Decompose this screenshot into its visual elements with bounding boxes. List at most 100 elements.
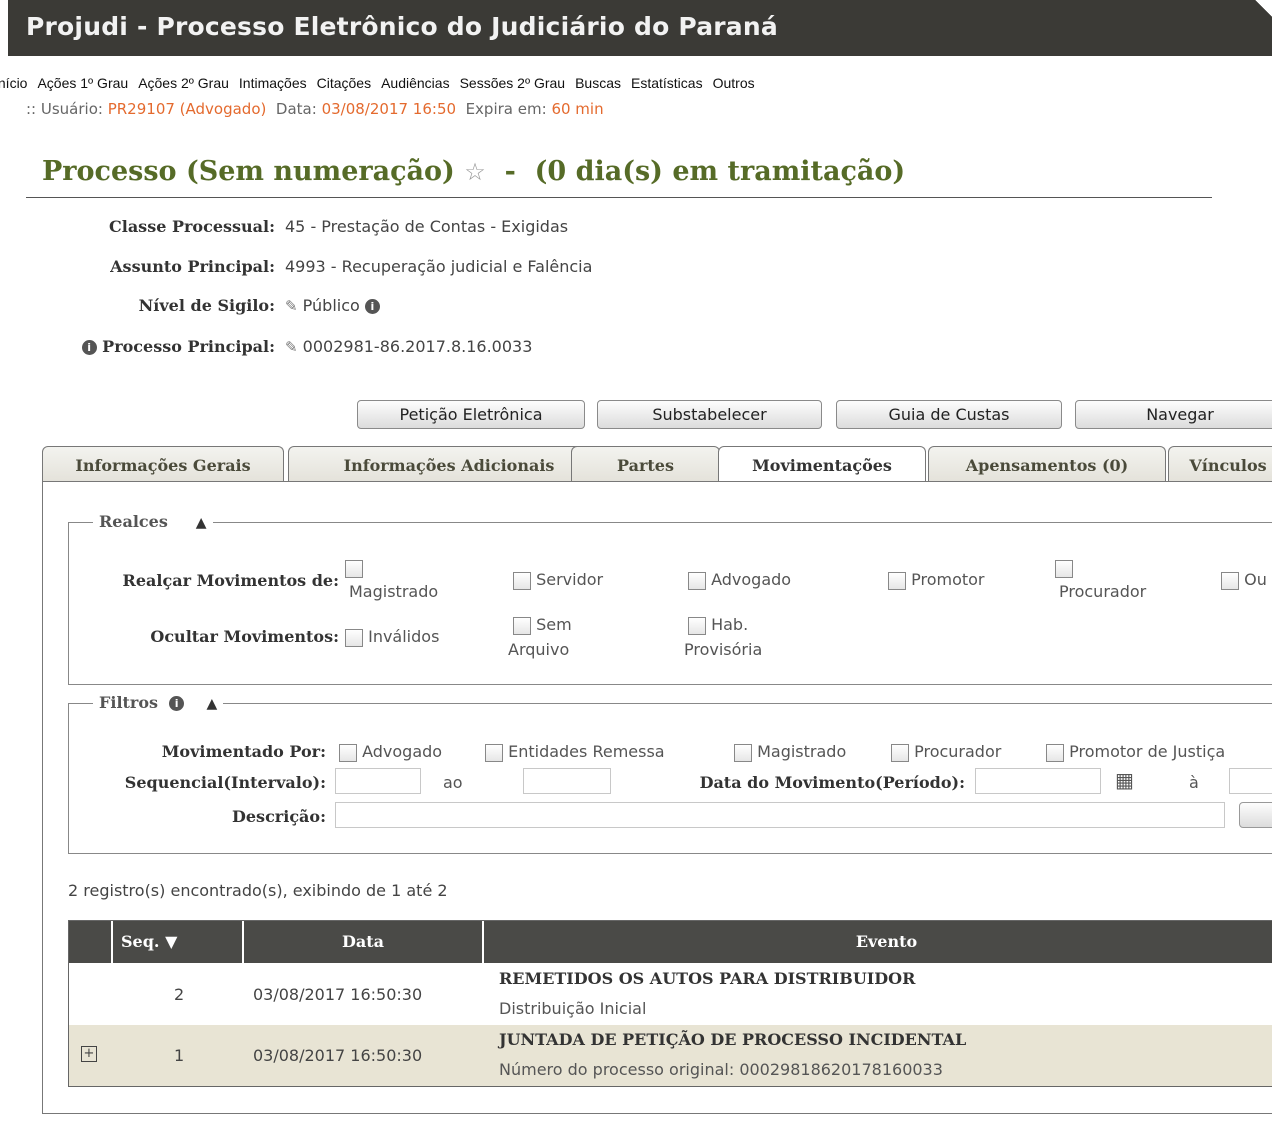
sigilo-value-wrap: ✎ Público i — [285, 296, 380, 315]
peticao-eletronica-button[interactable]: Petição Eletrônica — [357, 400, 585, 429]
menu-acoes-2-grau[interactable]: Ações 2º Grau — [138, 75, 229, 91]
date-end-input[interactable] — [1229, 768, 1272, 794]
filtro-promotor[interactable]: Promotor de Justiça — [1046, 742, 1225, 762]
checkbox[interactable] — [688, 616, 706, 635]
calendar-icon[interactable]: ▦ — [1115, 768, 1134, 792]
guia-de-custas-button[interactable]: Guia de Custas — [836, 400, 1062, 429]
star-icon[interactable]: ☆ — [464, 158, 486, 186]
header-data: Data — [244, 921, 484, 963]
page-title: Processo (Sem numeração) ☆ - (0 dia(s) e… — [42, 156, 905, 187]
realcar-magistrado[interactable] — [345, 558, 363, 578]
ocultar-arquivo-label: Arquivo — [508, 640, 570, 659]
ocultar-label: Ocultar Movimentos: — [150, 627, 339, 646]
sequencial-label: Sequencial(Intervalo): — [124, 773, 326, 792]
expand-icon[interactable]: + — [81, 1046, 97, 1062]
principal-label-wrap: i Processo Principal: — [50, 337, 275, 356]
checkbox[interactable] — [891, 743, 909, 762]
filtro-procurador[interactable]: Procurador — [891, 742, 1001, 762]
filtro-procurador-label: Procurador — [914, 742, 1002, 761]
descricao-input[interactable] — [335, 802, 1225, 828]
info-icon[interactable]: i — [169, 696, 185, 711]
pencil-icon[interactable]: ✎ — [285, 297, 298, 315]
realcar-outros[interactable]: Ou — [1221, 570, 1267, 590]
menu-intimacoes[interactable]: Intimações — [239, 75, 307, 91]
filtro-magistrado-label: Magistrado — [757, 742, 847, 761]
ao-label: ao — [443, 773, 463, 792]
menu-audiencias[interactable]: Audiências — [381, 75, 450, 91]
row-seq: 2 — [174, 985, 185, 1004]
tab-informacoes-gerais[interactable]: Informações Gerais — [42, 446, 284, 482]
ocultar-sem-label: Sem — [536, 615, 572, 634]
checkbox[interactable] — [688, 571, 706, 590]
tab-apensamentos[interactable]: Apensamentos (0) — [928, 446, 1166, 482]
menu-citacoes[interactable]: Citações — [317, 75, 371, 91]
date-start-input[interactable] — [975, 768, 1101, 794]
checkbox[interactable] — [339, 743, 357, 762]
principal-label: Processo Principal: — [102, 337, 275, 356]
substabelecer-button[interactable]: Substabelecer — [597, 400, 822, 429]
checkbox[interactable] — [485, 743, 503, 762]
assunto-value: 4993 - Recuperação judicial e Falência — [285, 257, 593, 276]
principal-value[interactable]: 0002981-86.2017.8.16.0033 — [303, 337, 533, 356]
movimentacoes-table: Seq. ▼ Data Evento 2 03/08/2017 16:50:30… — [68, 920, 1272, 1087]
title-separator: - — [504, 156, 516, 187]
filter-button[interactable] — [1239, 802, 1272, 828]
tab-partes[interactable]: Partes — [571, 446, 720, 482]
tab-vinculos[interactable]: Vínculos — [1168, 446, 1272, 482]
menu-buscas[interactable]: Buscas — [575, 75, 621, 91]
movimentado-por-label: Movimentado Por: — [161, 742, 326, 761]
info-icon[interactable]: i — [81, 340, 97, 355]
menu-estatisticas[interactable]: Estatísticas — [631, 75, 703, 91]
seq-start-input[interactable] — [335, 768, 421, 794]
tab-informacoes-adicionais[interactable]: Informações Adicionais — [288, 446, 610, 482]
filtro-entidades-remessa[interactable]: Entidades Remessa — [485, 742, 665, 762]
user-info: :: Usuário: PR29107 (Advogado) Data: 03/… — [26, 100, 604, 118]
checkbox[interactable] — [1055, 559, 1073, 578]
collapse-arrow-icon[interactable]: ▲ — [196, 515, 207, 531]
menu-inicio[interactable]: Início — [0, 75, 27, 91]
checkbox[interactable] — [888, 571, 906, 590]
realcar-procurador[interactable] — [1055, 558, 1073, 578]
assunto-label: Assunto Principal: — [110, 257, 275, 276]
menu-acoes-1-grau[interactable]: Ações 1º Grau — [37, 75, 128, 91]
menu-sessoes-2-grau[interactable]: Sessões 2º Grau — [460, 75, 566, 91]
checkbox[interactable] — [345, 559, 363, 578]
collapse-arrow-icon[interactable]: ▲ — [206, 696, 217, 712]
checkbox[interactable] — [345, 628, 363, 647]
filtro-advogado[interactable]: Advogado — [339, 742, 442, 762]
ocultar-hab-label: Hab. — [711, 615, 749, 634]
ocultar-hab-provisoria[interactable]: Hab. — [688, 615, 748, 635]
process-days: (0 dia(s) em tramitação) — [534, 156, 906, 187]
menu-outros[interactable]: Outros — [713, 75, 755, 91]
checkbox[interactable] — [1221, 571, 1239, 590]
records-count: 2 registro(s) encontrado(s), exibindo de… — [68, 881, 448, 900]
filtros-legend: Filtros i ▲ — [93, 693, 224, 712]
checkbox[interactable] — [513, 571, 531, 590]
tab-movimentacoes[interactable]: Movimentações — [718, 446, 926, 483]
checkbox[interactable] — [1046, 743, 1064, 762]
realcar-servidor[interactable]: Servidor — [513, 570, 603, 590]
seq-end-input[interactable] — [523, 768, 611, 794]
row-event-title[interactable]: REMETIDOS OS AUTOS PARA DISTRIBUIDOR — [499, 969, 915, 988]
ocultar-sem-arquivo[interactable]: Sem — [513, 615, 572, 635]
pencil-icon[interactable]: ✎ — [285, 338, 298, 356]
realcar-advogado[interactable]: Advogado — [688, 570, 791, 590]
descricao-label: Descrição: — [232, 807, 326, 826]
header-seq[interactable]: Seq. ▼ — [113, 921, 244, 963]
header-corner — [1232, 0, 1272, 56]
filtro-magistrado[interactable]: Magistrado — [734, 742, 846, 762]
row-event-title[interactable]: JUNTADA DE PETIÇÃO DE PROCESSO INCIDENTA… — [499, 1030, 966, 1049]
ocultar-provisoria-label: Provisória — [684, 640, 763, 659]
info-icon[interactable]: i — [364, 299, 380, 314]
navegar-button[interactable]: Navegar — [1075, 400, 1272, 429]
data-movimento-label: Data do Movimento(Período): — [699, 773, 965, 792]
realces-fieldset — [68, 522, 1272, 685]
realcar-advogado-label: Advogado — [711, 570, 792, 589]
process-title: Processo (Sem numeração) — [42, 156, 455, 187]
ocultar-invalidos[interactable]: Inválidos — [345, 627, 439, 647]
row-event-sub: Distribuição Inicial — [499, 999, 647, 1018]
checkbox[interactable] — [513, 616, 531, 635]
realcar-promotor[interactable]: Promotor — [888, 570, 985, 590]
checkbox[interactable] — [734, 743, 752, 762]
ocultar-invalidos-label: Inválidos — [368, 627, 440, 646]
